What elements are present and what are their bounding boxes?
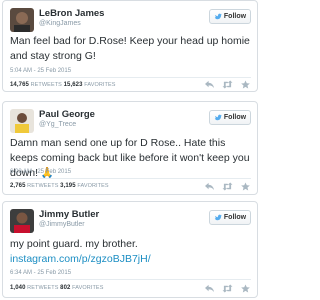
- user-handle[interactable]: @JimmyButler: [39, 221, 85, 228]
- retweet-icon[interactable]: [222, 182, 233, 191]
- favorite-icon[interactable]: [240, 284, 251, 293]
- tweet-timestamp[interactable]: 6:34 AM - 25 Feb 2015: [10, 270, 71, 276]
- tweet-actions: [204, 80, 251, 89]
- user-handle[interactable]: @Yg_Trece: [39, 121, 76, 128]
- tweet-stats: 14,765 RETWEETS 15,623 FAVORITES: [10, 82, 116, 88]
- reply-icon[interactable]: [204, 80, 215, 89]
- tweet-card: LeBron James @KingJames Follow Man feel …: [2, 0, 258, 92]
- avatar[interactable]: [10, 209, 34, 233]
- tweet-timestamp[interactable]: 5:04 AM - 25 Feb 2015: [10, 68, 71, 74]
- follow-button[interactable]: Follow: [209, 110, 251, 125]
- favorite-icon[interactable]: [240, 182, 251, 191]
- tweet-actions: [204, 182, 251, 191]
- follow-bird-icon: [214, 114, 222, 120]
- follow-label: Follow: [223, 214, 247, 221]
- favorite-label: FAVORITES: [77, 183, 109, 189]
- tweet-card: Paul George @Yg_Trece Follow Damn man se…: [2, 101, 258, 195]
- divider: [10, 178, 251, 179]
- follow-button[interactable]: Follow: [209, 210, 251, 225]
- retweet-label: RETWEETS: [27, 285, 59, 291]
- divider: [10, 77, 251, 78]
- tweet-actions: [204, 284, 251, 293]
- user-name[interactable]: Jimmy Butler: [39, 209, 99, 220]
- tweet-body: my point guard. my brother.: [10, 238, 138, 250]
- follow-label: Follow: [223, 114, 247, 121]
- follow-button[interactable]: Follow: [209, 9, 251, 24]
- retweet-count: 2,765: [10, 183, 26, 189]
- favorite-count: 3,195: [60, 183, 76, 189]
- tweet-card: Jimmy Butler @JimmyButler Follow my poin…: [2, 201, 258, 298]
- user-name[interactable]: Paul George: [39, 109, 95, 120]
- reply-icon[interactable]: [204, 182, 215, 191]
- tweet-timestamp[interactable]: 6:03 AM - 25 Feb 2015: [10, 169, 71, 175]
- follow-bird-icon: [214, 13, 222, 19]
- tweet-text: my point guard. my brother. instagram.co…: [10, 237, 251, 267]
- avatar[interactable]: [10, 8, 34, 32]
- follow-label: Follow: [223, 13, 247, 20]
- retweet-label: RETWEETS: [27, 183, 59, 189]
- user-handle[interactable]: @KingJames: [39, 20, 81, 27]
- retweet-label: RETWEETS: [30, 82, 62, 88]
- avatar[interactable]: [10, 109, 34, 133]
- follow-bird-icon: [214, 214, 222, 220]
- tweet-stats: 2,765 RETWEETS 3,195 FAVORITES: [10, 183, 109, 189]
- tweet-text: Man feel bad for D.Rose! Keep your head …: [10, 35, 250, 62]
- retweet-count: 14,765: [10, 82, 29, 88]
- favorite-label: FAVORITES: [84, 82, 116, 88]
- retweet-count: 1,040: [10, 285, 26, 291]
- divider: [10, 279, 251, 280]
- favorite-label: FAVORITES: [72, 285, 104, 291]
- favorite-count: 15,623: [63, 82, 83, 88]
- reply-icon[interactable]: [204, 284, 215, 293]
- favorite-icon[interactable]: [240, 80, 251, 89]
- tweet-link[interactable]: instagram.com/p/zgzoBJB7jH/: [10, 252, 251, 267]
- tweet-stats: 1,040 RETWEETS 802 FAVORITES: [10, 285, 103, 291]
- retweet-icon[interactable]: [222, 284, 233, 293]
- retweet-icon[interactable]: [222, 80, 233, 89]
- tweet-feed: LeBron James @KingJames Follow Man feel …: [0, 0, 262, 300]
- user-name[interactable]: LeBron James: [39, 8, 104, 19]
- favorite-count: 802: [60, 285, 71, 291]
